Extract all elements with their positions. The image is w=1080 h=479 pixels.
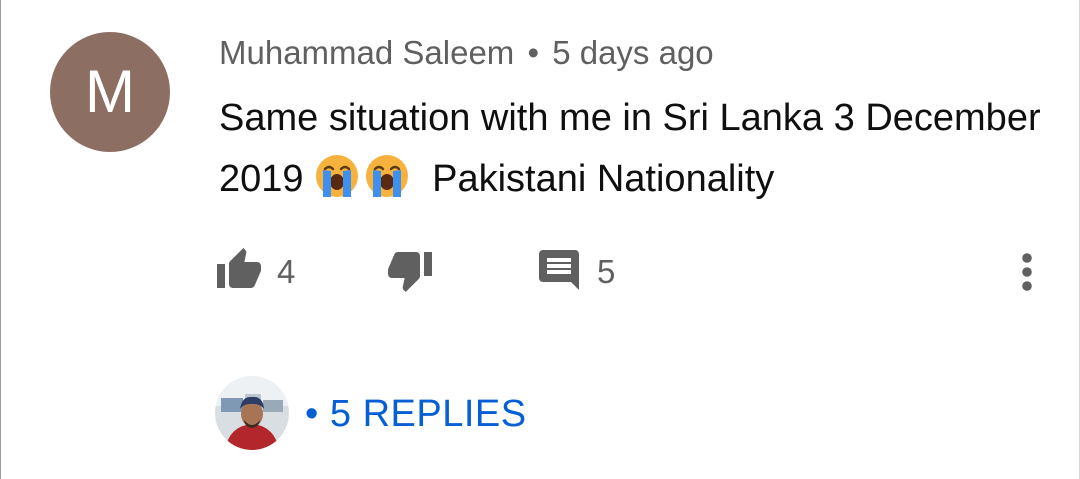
more-options-icon[interactable]	[1015, 248, 1039, 296]
reply-author-avatar	[215, 376, 289, 450]
replies-separator: •	[305, 393, 319, 435]
thumbs-up-icon[interactable]	[215, 246, 263, 294]
like-count: 4	[277, 253, 296, 290]
meta-separator: •	[527, 34, 540, 71]
replies-label: 5 REPLIES	[329, 393, 527, 435]
author-avatar[interactable]: M	[50, 32, 170, 152]
comment-text: Same situation with me in Sri Lanka 3 De…	[219, 88, 1049, 210]
comment-actions: 4 5	[1, 240, 1080, 300]
loudly-crying-face-icon	[366, 155, 409, 197]
loudly-crying-face-icon	[316, 155, 359, 197]
comment-meta: Muhammad Saleem • 5 days ago	[219, 34, 714, 72]
comment-text-tail: Pakistani Nationality	[432, 158, 775, 200]
reply-count: 5	[597, 253, 616, 290]
view-replies-link[interactable]: • 5 REPLIES	[305, 392, 527, 436]
comment-timestamp[interactable]: 5 days ago	[552, 34, 713, 71]
author-name[interactable]: Muhammad Saleem	[219, 34, 514, 71]
comment-reply-icon[interactable]	[535, 246, 583, 294]
comment-card: M Muhammad Saleem • 5 days ago Same situ…	[0, 0, 1080, 479]
thumbs-down-icon[interactable]	[386, 246, 434, 294]
avatar-letter: M	[85, 58, 135, 125]
reply-avatar-photo	[215, 376, 289, 450]
